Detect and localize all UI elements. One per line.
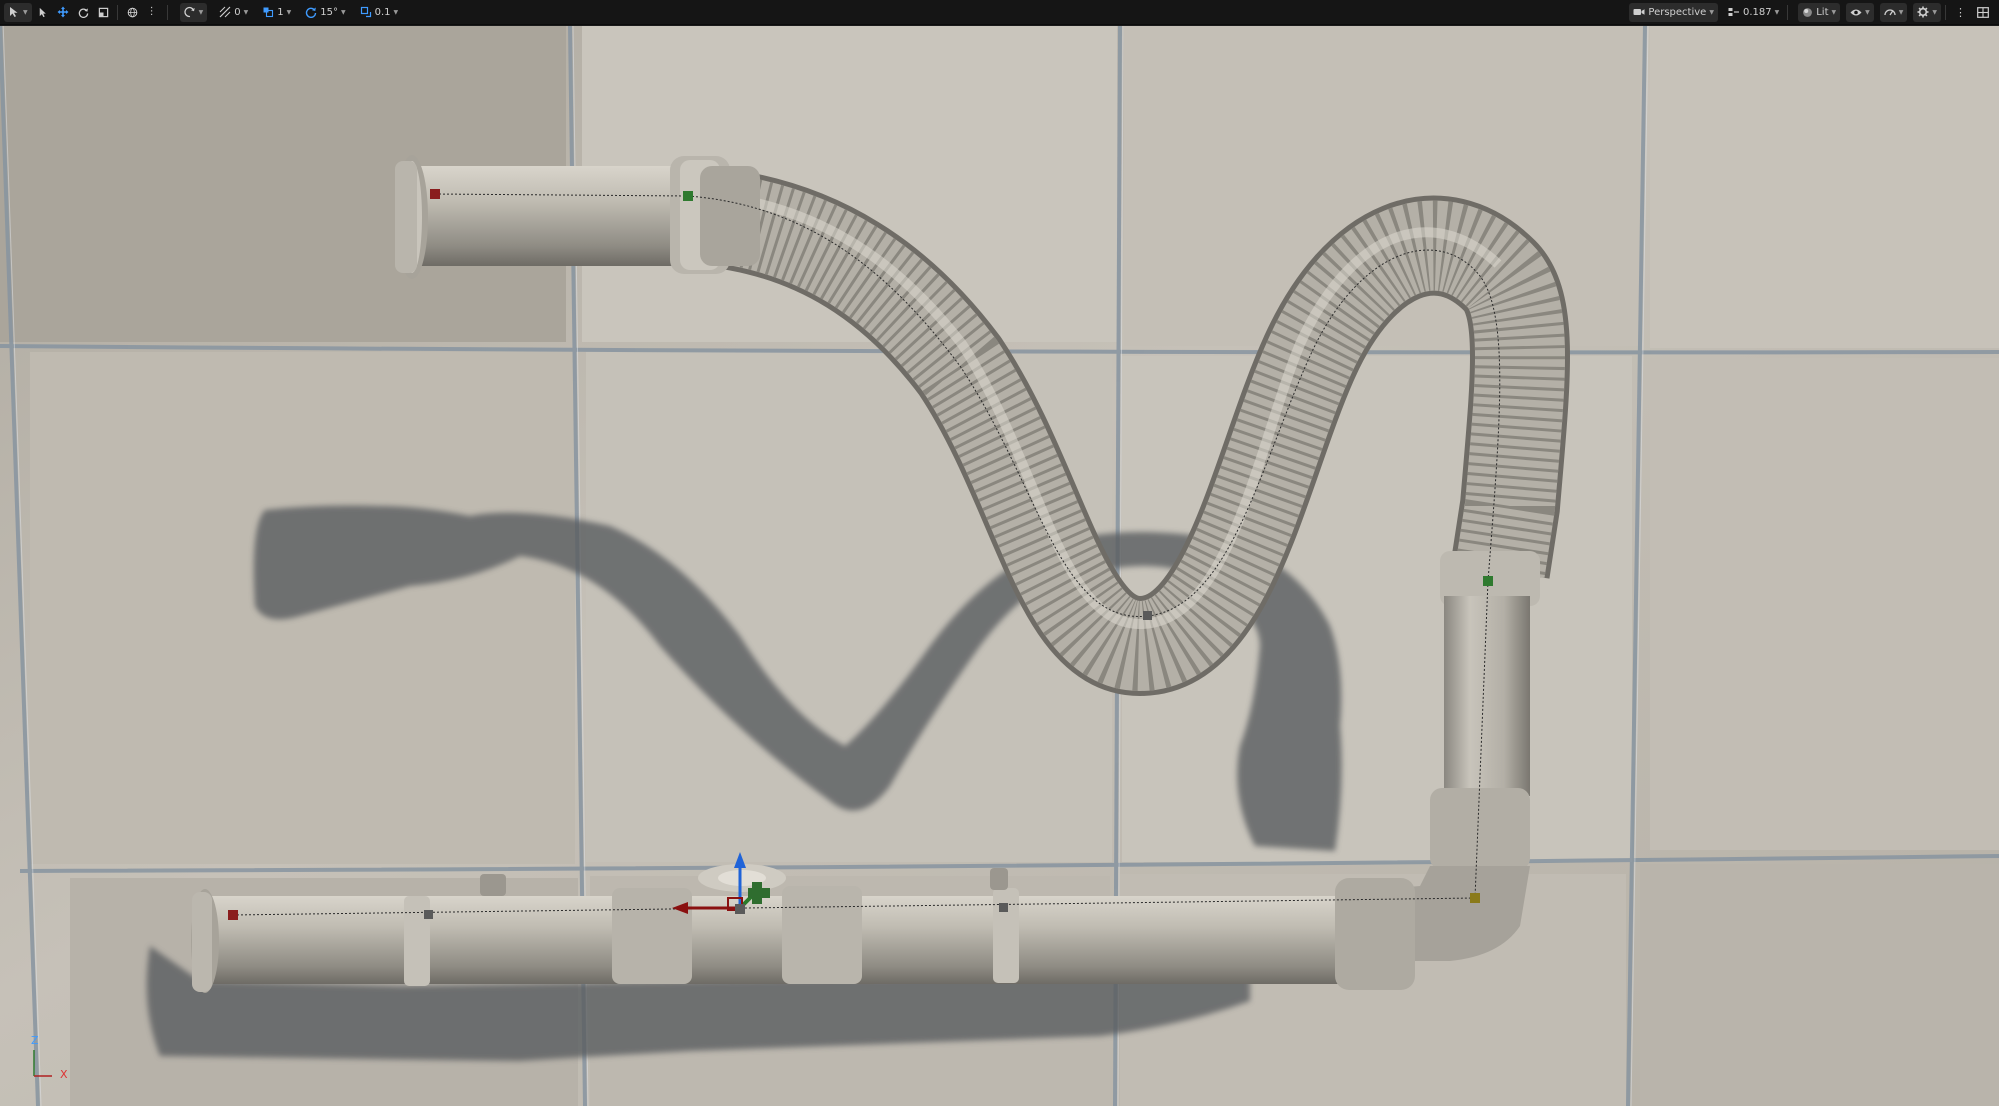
location-snap-dropdown[interactable]: 1 ▼ <box>258 3 295 22</box>
upper-coupling[interactable] <box>670 156 760 274</box>
chevron-down-icon: ▼ <box>340 8 346 16</box>
spline-point[interactable] <box>424 910 433 919</box>
surface-snap-dropdown[interactable]: ▼ <box>179 2 208 22</box>
viewport-layout-button[interactable] <box>1973 3 1993 22</box>
camera-speed-dropdown[interactable]: 0.187 ▼ <box>1724 3 1783 22</box>
move-icon <box>57 6 69 18</box>
camera-speed-value: 0.187 <box>1742 6 1772 18</box>
coordinate-space-button[interactable] <box>123 3 142 22</box>
gauge-icon <box>1884 9 1896 16</box>
spline-point[interactable] <box>1143 611 1152 620</box>
chevron-down-icon: ▼ <box>23 8 28 16</box>
spline-point-start[interactable] <box>228 910 238 920</box>
axis-indicator: Z X <box>22 1028 82 1088</box>
chevron-down-icon: ▼ <box>393 8 399 16</box>
camera-speed-icon <box>1728 8 1739 16</box>
select-mode-icon <box>10 7 18 17</box>
spline-point-start[interactable] <box>430 189 440 199</box>
scale-snap-dropdown[interactable]: 0.1 ▼ <box>356 3 403 22</box>
chevron-down-icon: ▼ <box>1709 8 1714 16</box>
lighting-mode-label: Lit <box>1816 6 1829 18</box>
chevron-down-icon: ▼ <box>286 8 292 16</box>
surface-snap-icon <box>183 6 195 18</box>
chevron-down-icon: ▼ <box>1898 8 1904 16</box>
viewport-toolbar: ▼ ⋮ ▼ 0 ▼ 1 ▼ 15° ▼ 0.1 ▼ Perspective ▼ … <box>0 0 1999 25</box>
chevron-down-icon: ▼ <box>1774 8 1780 16</box>
performance-dropdown[interactable]: ▼ <box>1879 2 1908 22</box>
move-tool-button[interactable] <box>53 3 73 22</box>
toolbar-separator <box>1945 4 1946 20</box>
grid-snap-value: 0 <box>234 6 241 18</box>
axis-x-label: X <box>60 1068 68 1081</box>
toolbar-left-group: ▼ ⋮ ▼ 0 ▼ 1 ▼ 15° ▼ 0.1 ▼ <box>0 0 402 25</box>
rotation-snap-value: 15° <box>320 6 338 18</box>
toolbar-right-group: Perspective ▼ 0.187 ▼ Lit ▼ ▼ ▼ ▼ ⋮ <box>1628 0 1999 25</box>
spline-point[interactable] <box>999 903 1008 912</box>
toolbar-separator <box>1787 4 1789 20</box>
scale-tool-button[interactable] <box>94 3 113 22</box>
viewport-options-button[interactable]: ⋮ <box>143 3 163 22</box>
lighting-mode-dropdown[interactable]: Lit ▼ <box>1798 2 1841 22</box>
chevron-down-icon: ▼ <box>1831 8 1837 16</box>
select-tool-button[interactable] <box>33 3 52 22</box>
grid-snap-dropdown[interactable]: 0 ▼ <box>215 3 252 22</box>
rotation-snap-dropdown[interactable]: 15° ▼ <box>301 3 349 22</box>
globe-icon <box>127 7 137 17</box>
viewport-scene <box>0 26 1999 1106</box>
kebab-icon: ⋮ <box>146 6 157 17</box>
show-flags-dropdown[interactable]: ▼ <box>1846 2 1874 22</box>
rotation-snap-icon <box>306 7 317 18</box>
spline-point[interactable] <box>1483 576 1493 586</box>
scale-snap-value: 0.1 <box>374 6 391 18</box>
axis-z-label: Z <box>31 1034 39 1047</box>
grid-snap-icon <box>219 6 231 18</box>
viewport-settings-dropdown[interactable]: ▼ <box>1913 2 1941 22</box>
toolbar-separator <box>166 4 168 20</box>
bottom-straight-pipe[interactable] <box>191 889 1370 993</box>
rotate-icon <box>78 7 88 18</box>
spline-point-corner[interactable] <box>1470 893 1480 903</box>
toolbar-separator <box>116 4 118 20</box>
select-mode-dropdown[interactable]: ▼ <box>4 2 32 22</box>
view-mode-label: Perspective <box>1648 6 1707 18</box>
select-arrow-icon <box>39 7 46 17</box>
chevron-down-icon: ▼ <box>198 8 204 16</box>
rotate-tool-button[interactable] <box>74 3 93 22</box>
upper-straight-pipe[interactable] <box>395 155 680 279</box>
scale-icon <box>98 7 108 17</box>
eye-icon <box>1850 9 1862 15</box>
lit-sphere-icon <box>1803 7 1813 17</box>
spline-point[interactable] <box>683 191 693 201</box>
layout-grid-icon <box>1977 6 1989 18</box>
gear-icon <box>1917 6 1929 18</box>
chevron-down-icon: ▼ <box>243 8 249 16</box>
location-snap-value: 1 <box>277 6 284 18</box>
kebab-menu-icon: ⋮ <box>1955 5 1966 19</box>
chevron-down-icon: ▼ <box>1932 8 1937 16</box>
viewport-menu-button[interactable]: ⋮ <box>1951 3 1972 22</box>
view-mode-dropdown[interactable]: Perspective ▼ <box>1629 2 1718 22</box>
scale-snap-icon <box>360 6 371 18</box>
level-viewport[interactable]: Z X <box>0 26 1999 1106</box>
location-snap-icon <box>263 7 274 18</box>
chevron-down-icon: ▼ <box>1865 8 1870 16</box>
camera-icon <box>1633 9 1645 15</box>
